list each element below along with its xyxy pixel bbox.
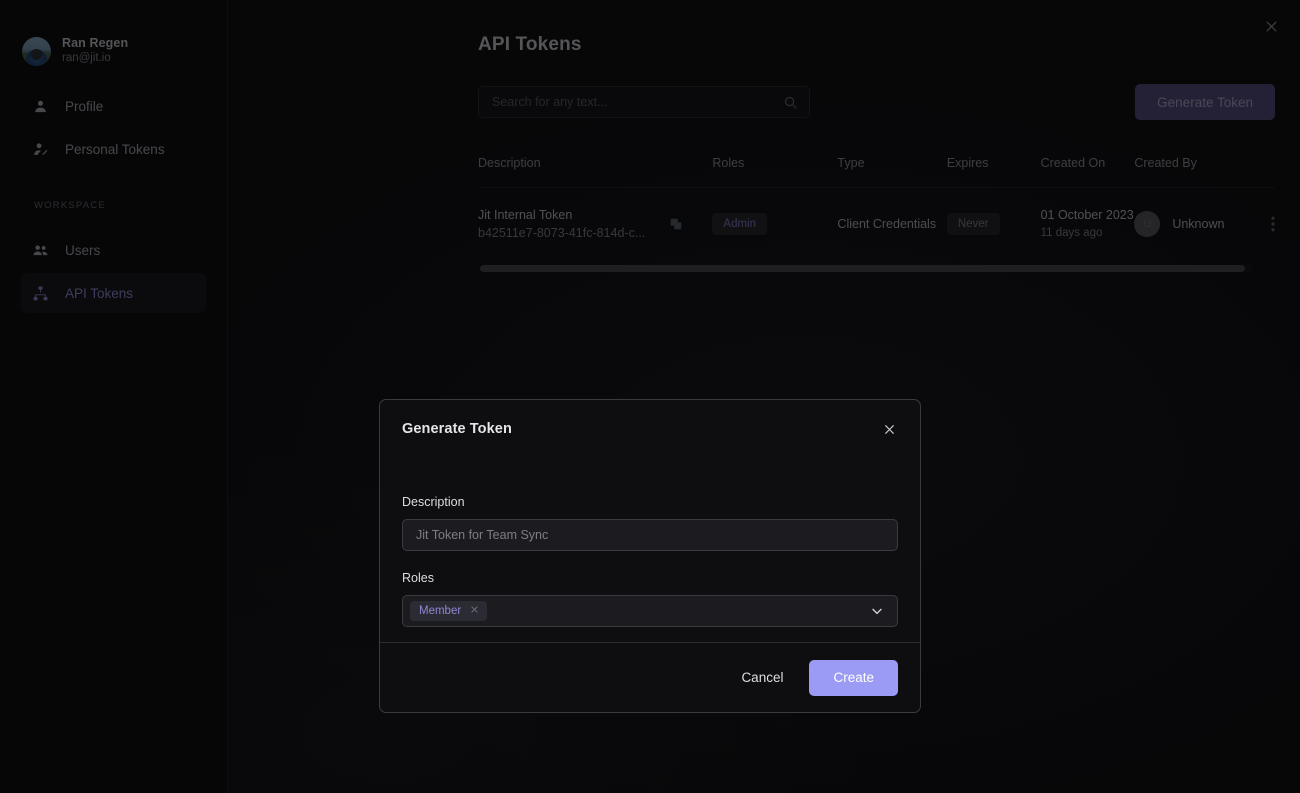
modal-title: Generate Token [402, 421, 512, 437]
cancel-button[interactable]: Cancel [729, 662, 795, 693]
modal-body: Description Roles Member [380, 443, 920, 642]
modal-header: Generate Token [380, 400, 920, 443]
role-chip-label: Member [419, 605, 462, 617]
description-input[interactable] [402, 519, 898, 551]
modal-footer: Cancel Create [380, 642, 920, 712]
roles-select[interactable]: Member [402, 595, 898, 627]
roles-field-label: Roles [402, 571, 434, 585]
remove-chip-icon[interactable] [470, 605, 479, 617]
description-field-label: Description [402, 495, 465, 509]
app-root: Ran Regen ran@jit.io Profile Personal To… [0, 0, 1300, 793]
modal-close-button[interactable] [881, 421, 898, 443]
create-button[interactable]: Create [809, 659, 898, 696]
chevron-down-icon[interactable] [869, 603, 885, 619]
close-icon [883, 423, 896, 441]
generate-token-modal: Generate Token Description Roles Member [379, 399, 921, 713]
role-chip-member: Member [410, 601, 488, 621]
